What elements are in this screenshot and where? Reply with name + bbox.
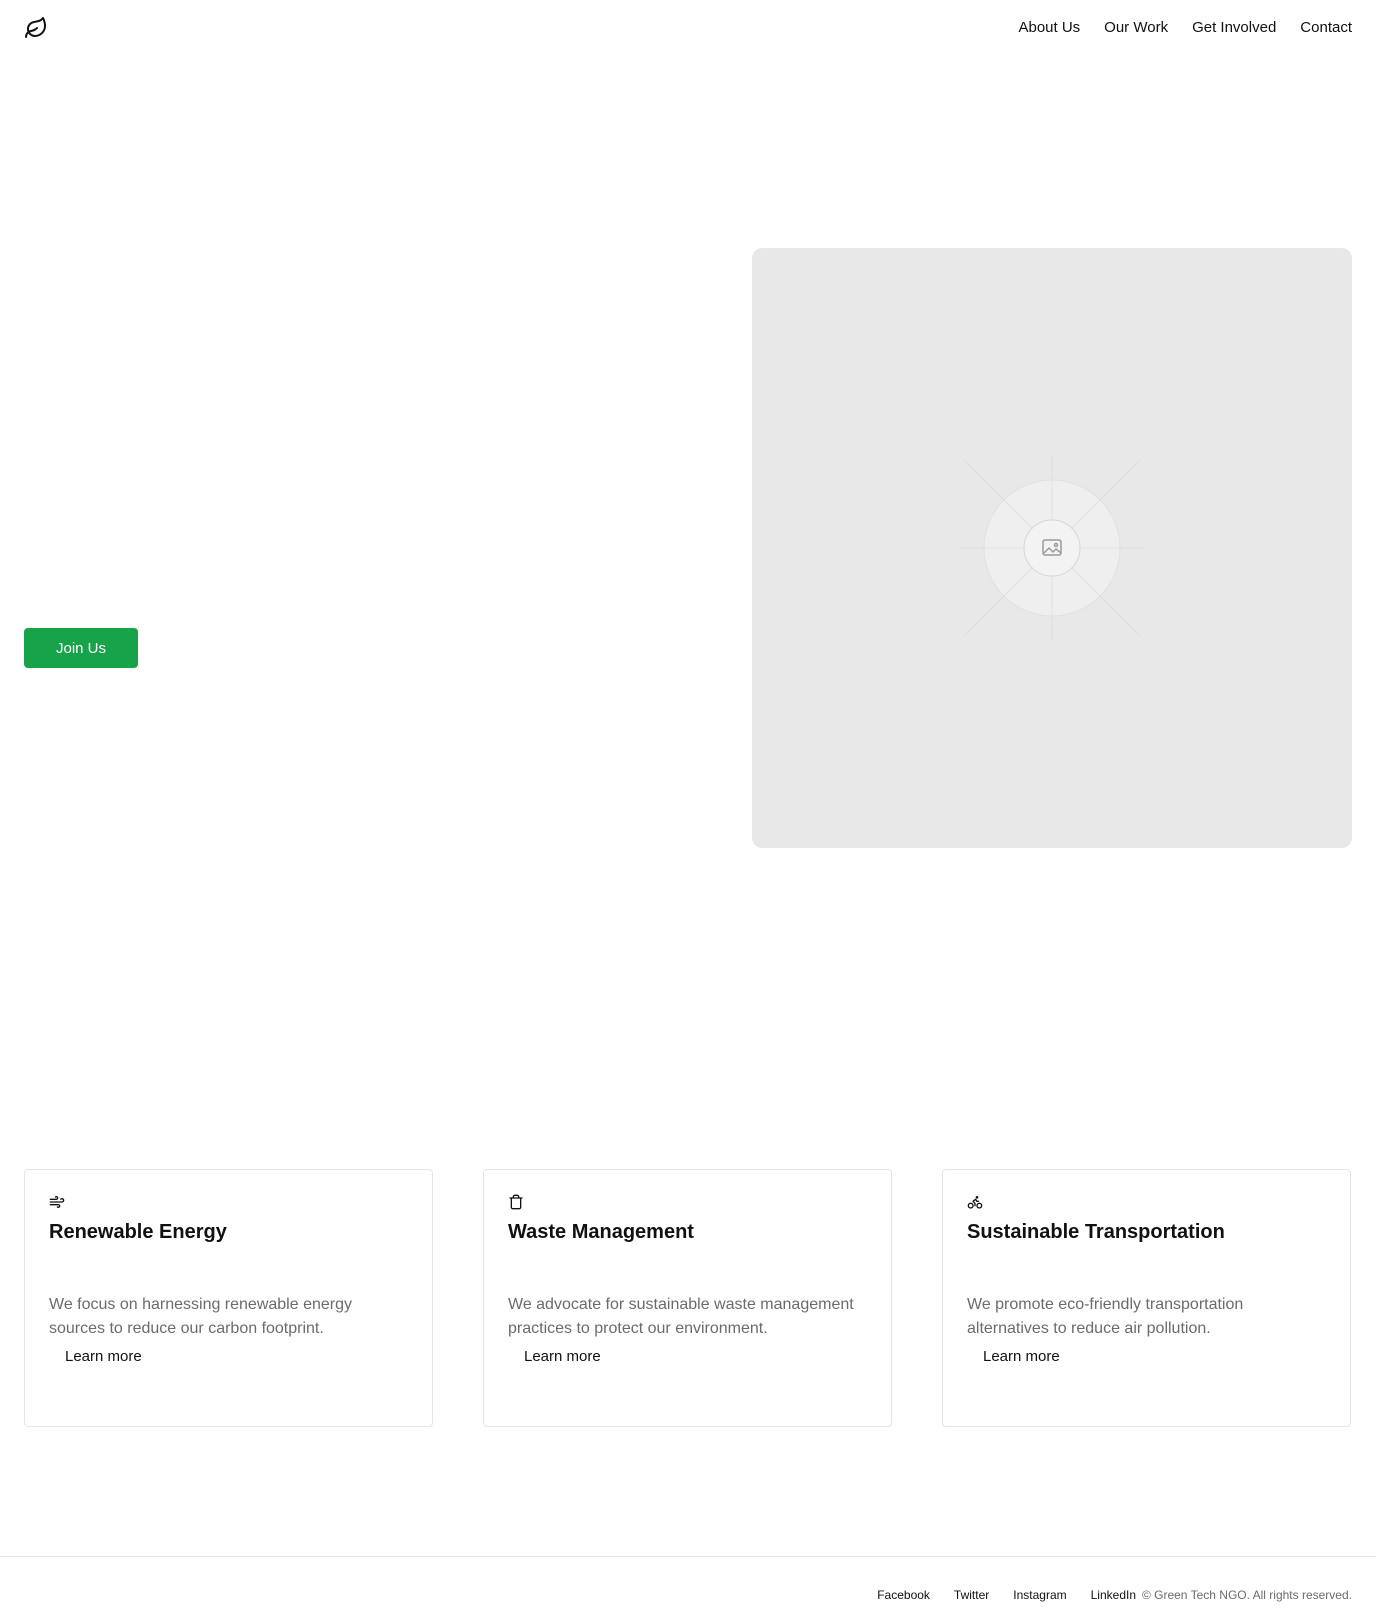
copyright-text: © Green Tech NGO. All rights reserved. — [1141, 1588, 1352, 1602]
learn-more-link[interactable]: Learn more — [524, 1347, 601, 1367]
main-nav: About Us Our Work Get Involved Contact — [1018, 18, 1352, 38]
card-description: We advocate for sustainable waste manage… — [508, 1296, 854, 1337]
learn-more-link[interactable]: Learn more — [65, 1347, 142, 1367]
nav-get-involved[interactable]: Get Involved — [1192, 18, 1276, 38]
card-waste-management: Waste Management We advocate for sustain… — [483, 1169, 892, 1427]
wind-icon — [49, 1194, 65, 1210]
card-title: Renewable Energy — [49, 1221, 227, 1243]
card-description: We focus on harnessing renewable energy … — [49, 1296, 352, 1337]
leaf-icon[interactable] — [24, 16, 48, 40]
hero-image-placeholder — [752, 248, 1352, 848]
card-title: Sustainable Transportation — [967, 1221, 1225, 1243]
site-header: About Us Our Work Get Involved Contact — [0, 0, 1376, 56]
card-title: Waste Management — [508, 1221, 694, 1243]
join-us-button[interactable]: Join Us — [24, 628, 138, 668]
trash-icon — [508, 1194, 524, 1210]
card-description: We promote eco-friendly transportation a… — [967, 1296, 1244, 1337]
nav-our-work[interactable]: Our Work — [1104, 18, 1168, 38]
nav-about-us[interactable]: About Us — [1018, 18, 1080, 38]
bike-icon — [967, 1194, 983, 1210]
site-footer: Facebook Twitter Instagram LinkedIn © Gr… — [0, 1556, 1376, 1621]
card-renewable-energy: Renewable Energy We focus on harnessing … — [24, 1169, 433, 1427]
image-placeholder-graphic — [960, 456, 1144, 640]
nav-contact[interactable]: Contact — [1300, 18, 1352, 38]
footer-link-instagram[interactable]: Instagram — [1013, 1587, 1066, 1603]
footer-link-facebook[interactable]: Facebook — [877, 1587, 930, 1603]
learn-more-link[interactable]: Learn more — [983, 1347, 1060, 1367]
footer-link-twitter[interactable]: Twitter — [954, 1587, 989, 1603]
social-links: Facebook Twitter Instagram LinkedIn — [877, 1587, 1136, 1603]
footer-link-linkedin[interactable]: LinkedIn — [1091, 1587, 1136, 1603]
card-sustainable-transportation: Sustainable Transportation We promote ec… — [942, 1169, 1351, 1427]
